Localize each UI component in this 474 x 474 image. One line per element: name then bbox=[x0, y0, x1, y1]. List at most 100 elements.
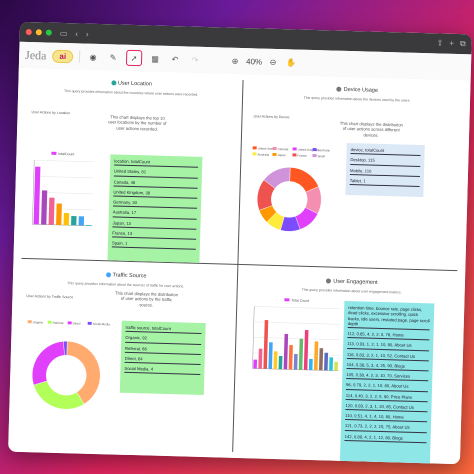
bar bbox=[278, 355, 283, 370]
bar bbox=[71, 216, 77, 226]
minimize-window-button[interactable] bbox=[35, 29, 42, 36]
bar bbox=[319, 348, 324, 371]
close-window-button[interactable] bbox=[25, 28, 32, 36]
device-icon bbox=[336, 86, 342, 92]
share-icon[interactable]: ⇪ bbox=[436, 38, 443, 48]
legend-swatch bbox=[272, 146, 277, 150]
bar bbox=[86, 224, 92, 226]
undo-icon[interactable]: ↶ bbox=[168, 52, 182, 66]
legend-label: Direct bbox=[73, 321, 81, 325]
bar bbox=[329, 357, 334, 371]
bar bbox=[324, 352, 329, 371]
chart-label: User Actions by Traffic Source bbox=[26, 294, 74, 300]
dashboard-canvas: User Location This query provides inform… bbox=[8, 67, 471, 465]
maximize-window-button[interactable] bbox=[45, 29, 52, 36]
location-icon bbox=[110, 80, 117, 86]
device-panel: Device Usage This query provides informa… bbox=[246, 78, 465, 264]
legend-swatch bbox=[284, 298, 290, 302]
chart-description: This chart displays the distribution of … bbox=[114, 290, 179, 308]
legend-swatch bbox=[292, 153, 297, 157]
location-panel: User Location This query provides inform… bbox=[20, 72, 239, 263]
zoom-out-icon[interactable]: ⊖ bbox=[266, 55, 280, 69]
engagement-panel: User Engagement This query provides info… bbox=[240, 270, 459, 465]
chart-description: This chart displays the distribution of … bbox=[339, 120, 403, 138]
select-cursor-icon[interactable]: ➚ bbox=[125, 49, 143, 67]
zoom-in-icon[interactable]: ⊕ bbox=[228, 54, 242, 68]
bar bbox=[288, 345, 293, 370]
bar bbox=[63, 212, 70, 226]
legend-label: Canada bbox=[278, 147, 289, 151]
panel-subtitle: This query provides information about us… bbox=[301, 287, 402, 295]
bar bbox=[298, 338, 304, 370]
app-logo: Jeda bbox=[24, 47, 47, 63]
legend-swatch bbox=[292, 147, 297, 151]
legend-swatch bbox=[252, 152, 257, 156]
legend-swatch bbox=[272, 152, 277, 156]
legend-swatch bbox=[87, 321, 92, 325]
bar bbox=[313, 341, 319, 371]
bar bbox=[263, 320, 269, 369]
bar bbox=[268, 342, 273, 369]
legend-label: Spain bbox=[317, 154, 325, 158]
legend-label: Social Media bbox=[93, 322, 111, 326]
grid-line bbox=[34, 159, 95, 163]
data-row: Tablet, 1 bbox=[349, 175, 420, 187]
bar bbox=[78, 216, 85, 226]
pen-icon[interactable]: ✎ bbox=[106, 50, 120, 64]
layout-icon[interactable]: ▦ bbox=[148, 51, 162, 65]
bar bbox=[41, 190, 48, 225]
data-header: retention time, bounce rate, page clicks… bbox=[347, 304, 431, 331]
legend-swatch bbox=[67, 321, 72, 325]
data-row: Desktop, 115 bbox=[350, 155, 421, 167]
app-window: ▭ ‹ › ⇪ + ⧉ Jeda ai ◉ ✎ ➚ ▦ ↶ ↷ ⊕ 40% ⊖ … bbox=[8, 21, 472, 465]
data-row: Social Media, 4 bbox=[124, 363, 201, 376]
legend-label: France bbox=[297, 154, 307, 158]
data-row: 142, 0.89, 4, 2, 1, 12, 80, Blogs bbox=[344, 431, 427, 444]
chart-description: This chart displays the top 10 user loca… bbox=[108, 114, 167, 132]
device-donut-chart: United States Canada United KingdomGermany… bbox=[252, 146, 331, 232]
panel-subtitle: This query provides information about th… bbox=[63, 89, 199, 97]
redo-icon[interactable]: ↷ bbox=[188, 52, 202, 66]
traffic-panel: Traffic Source This query provides infor… bbox=[14, 264, 233, 450]
chart-label: User Actions by Device bbox=[253, 114, 290, 120]
bar bbox=[258, 348, 263, 369]
traffic-donut-chart: Organic Referral Direct Social Media bbox=[27, 320, 111, 410]
bar bbox=[56, 203, 62, 226]
bar bbox=[308, 358, 313, 371]
engagement-bar-chart: Total Count bbox=[252, 298, 341, 372]
traffic-icon bbox=[105, 272, 111, 278]
legend-label: Referral bbox=[53, 321, 64, 325]
bar bbox=[48, 197, 55, 225]
location-bar-chart: totalCount bbox=[32, 151, 95, 227]
legend-label: Organic bbox=[33, 320, 44, 324]
color-picker-icon[interactable]: ◉ bbox=[86, 50, 100, 64]
hand-icon[interactable]: ✋ bbox=[284, 55, 298, 69]
data-row: Mobile, 110 bbox=[349, 165, 421, 177]
legend-swatch bbox=[312, 147, 317, 152]
chart-label: User Actions by Location bbox=[31, 110, 71, 116]
location-data-box: location, totalCount United States, 81 Ca… bbox=[107, 154, 203, 263]
legend-swatch bbox=[51, 151, 57, 155]
tabs-overview-icon[interactable]: ⧉ bbox=[460, 39, 466, 49]
legend-label: Total Count bbox=[291, 298, 309, 302]
donut-slice bbox=[32, 341, 65, 386]
legend-swatch bbox=[312, 153, 317, 158]
device-data-box: device, totalCount Desktop, 115 Mobile, 1… bbox=[345, 142, 425, 198]
engagement-data-box: retention time, bounce rate, page clicks… bbox=[339, 300, 435, 465]
back-icon[interactable]: ‹ bbox=[75, 29, 78, 38]
grid-line bbox=[33, 175, 94, 179]
zoom-level[interactable]: 40% bbox=[246, 57, 262, 66]
add-tab-icon[interactable]: + bbox=[449, 39, 454, 49]
sidebar-icon[interactable]: ▭ bbox=[60, 28, 68, 37]
data-row: Spain, 1 bbox=[111, 238, 197, 251]
bar bbox=[303, 329, 309, 370]
bar bbox=[253, 359, 258, 369]
bar bbox=[283, 333, 289, 370]
legend-label: Germany bbox=[318, 148, 331, 152]
legend-label: totalCount bbox=[58, 152, 74, 156]
legend-swatch bbox=[47, 320, 52, 324]
forward-icon[interactable]: › bbox=[86, 29, 89, 38]
bar bbox=[33, 166, 41, 225]
ai-button[interactable]: ai bbox=[52, 49, 74, 63]
panel-subtitle: This query provides information about th… bbox=[67, 281, 185, 289]
